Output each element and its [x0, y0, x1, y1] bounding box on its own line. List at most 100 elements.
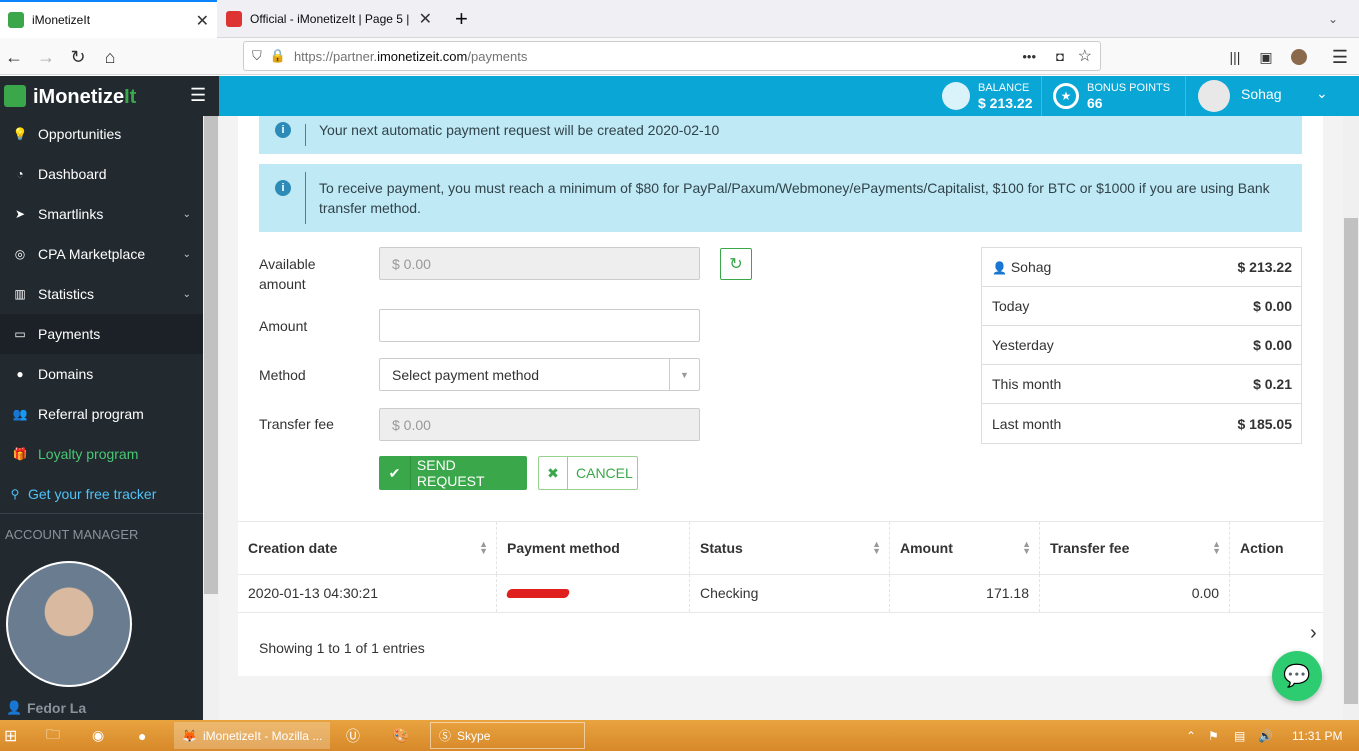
paint-icon[interactable]: 🎨 — [392, 722, 409, 749]
table-cell-status: Checking — [690, 574, 890, 612]
sidebar-item-dashboard[interactable]: ◔ Dashboard — [0, 154, 203, 194]
forum-favicon — [226, 11, 242, 27]
new-tab-button[interactable]: + — [447, 0, 473, 38]
menu-icon[interactable]: ☰ — [1326, 43, 1354, 71]
sidebar-item-loyalty-program[interactable]: 🎁 Loyalty program — [0, 434, 203, 474]
clock[interactable]: 11:31 PM — [1292, 722, 1342, 749]
col-status[interactable]: Status ▲ ▼ — [690, 522, 890, 574]
page-actions-icon[interactable]: ••• — [1022, 49, 1036, 64]
imonetizeit-favicon — [8, 12, 24, 28]
alert-minimum: i To receive payment, you must reach a m… — [259, 164, 1302, 232]
info-icon: i — [275, 180, 291, 196]
user-icon: 👤 — [992, 261, 1007, 275]
money-icon: ▭ — [14, 327, 26, 341]
close-tab-icon[interactable]: ✕ — [196, 11, 209, 31]
logo-icon — [4, 85, 26, 107]
col-amount[interactable]: Amount ▲ ▼ — [890, 522, 1040, 574]
sidebar: iMonetizeIt ☰ 💡 Opportunities ◔ Dashboard … — [0, 76, 219, 720]
amount-input[interactable] — [379, 309, 700, 342]
network-icon[interactable]: ▤ — [1234, 722, 1245, 749]
bonus-points-value: 66 — [1087, 95, 1103, 111]
pocket-icon[interactable]: ◘ — [1056, 49, 1064, 64]
refresh-icon: ↻ — [729, 256, 743, 273]
home-icon[interactable]: ⌂ — [96, 43, 124, 71]
skype-icon: Ⓢ — [439, 729, 452, 743]
taskbar-skype[interactable]: Ⓢ Skype — [430, 722, 585, 749]
tab-title: Official - iMonetizeIt | Page 5 | — [250, 12, 410, 26]
globe-icon: ● — [16, 367, 24, 381]
show-hidden-icons[interactable]: ⌃ — [1186, 722, 1196, 749]
col-creation-date[interactable]: Creation date ▲ ▼ — [238, 522, 497, 574]
cancel-button[interactable]: ✖ CANCEL — [538, 456, 638, 490]
sidebar-item-opportunities[interactable]: 💡 Opportunities — [0, 114, 203, 154]
bookmark-star-icon[interactable]: ☆ — [1078, 46, 1092, 66]
refresh-button[interactable]: ↻ — [720, 248, 752, 280]
sidebar-scrollbar[interactable] — [203, 116, 219, 720]
reload-icon[interactable]: ↻ — [64, 43, 92, 71]
file-explorer-icon[interactable]: 🗀 — [46, 722, 60, 749]
logo[interactable]: iMonetizeIt — [33, 86, 136, 109]
paper-plane-icon: ➤ — [14, 207, 26, 221]
balance-value: $ 213.22 — [978, 95, 1033, 111]
windows-start-icon[interactable]: ⊞ — [4, 722, 17, 749]
url-bar[interactable]: ⛉ 🔒 https://partner. imonetizeit.com/paym… — [243, 41, 1101, 71]
sidebar-item-domains[interactable]: ● Domains — [0, 354, 203, 394]
payments-table-panel: Creation date ▲ ▼ Payment method Status ▲ ▼ … — [238, 521, 1323, 676]
volume-icon[interactable]: 🔊 — [1258, 722, 1273, 749]
app-icon[interactable]: ● — [138, 722, 146, 749]
sidebar-item-payments[interactable]: ▭ Payments — [0, 314, 203, 354]
extension-icon[interactable] — [1285, 43, 1313, 71]
chevron-down-icon[interactable]: ⌄ — [1316, 85, 1328, 102]
library-icon[interactable]: ||| — [1221, 43, 1249, 71]
tab-imonetizeit[interactable]: iMonetizeIt ✕ — [0, 0, 217, 38]
back-icon[interactable]: ← — [0, 43, 28, 71]
page-scroll-thumb[interactable] — [1344, 218, 1358, 704]
next-page-icon[interactable]: › — [1310, 622, 1317, 645]
shield-icon[interactable]: ⛉ — [252, 48, 262, 64]
user-avatar[interactable] — [1198, 80, 1230, 112]
send-request-button[interactable]: ✔ SEND REQUEST — [379, 456, 527, 490]
sidebar-item-referral-program[interactable]: 👥 Referral program — [0, 394, 203, 434]
tab-overflow-icon[interactable]: ⌄ — [1328, 12, 1338, 26]
col-payment-method: Payment method — [497, 522, 690, 574]
table-cell-date: 2020-01-13 04:30:21 — [238, 574, 497, 612]
table-cell-method — [497, 574, 690, 612]
header-divider — [1185, 76, 1186, 116]
main-content: i Your next automatic payment request wi… — [219, 116, 1343, 720]
chat-bubble-button[interactable]: 💬 — [1272, 651, 1322, 701]
close-tab-icon[interactable]: ✕ — [419, 9, 432, 29]
payment-method-select[interactable]: Select payment method ▼ — [379, 358, 700, 391]
lock-icon[interactable]: 🔒 — [270, 48, 286, 64]
alert-text: Your next automatic payment request will… — [319, 122, 720, 138]
sidebar-toggle-icon[interactable]: ▣ — [1252, 43, 1280, 71]
manager-avatar — [6, 561, 132, 687]
taskbar-firefox[interactable]: 🦊 iMonetizeIt - Mozilla ... — [174, 722, 330, 749]
sidebar-scroll-thumb[interactable] — [204, 116, 218, 594]
chevron-down-icon: ⌄ — [182, 248, 191, 260]
menu-collapse-icon[interactable]: ☰ — [190, 85, 206, 106]
balance-label: BALANCE — [978, 82, 1030, 94]
coins-icon — [942, 82, 970, 110]
col-transfer-fee[interactable]: Transfer fee ▲ ▼ — [1040, 522, 1230, 574]
sort-icon[interactable]: ▲ ▼ — [1022, 540, 1031, 556]
flag-icon[interactable]: ⚑ — [1208, 722, 1219, 749]
tab-official[interactable]: Official - iMonetizeIt | Page 5 | ✕ — [218, 0, 440, 38]
sort-icon[interactable]: ▲ ▼ — [1212, 540, 1221, 556]
chevron-down-icon: ⌄ — [182, 208, 191, 220]
summary-row-today: Today $ 0.00 — [982, 287, 1302, 326]
dropdown-arrow-icon[interactable]: ▼ — [669, 359, 699, 390]
user-name[interactable]: Sohag — [1241, 86, 1281, 102]
sidebar-item-smartlinks[interactable]: ➤ Smartlinks ⌄ — [0, 194, 203, 234]
sidebar-tracker-link[interactable]: ⚲ Get your free tracker — [0, 474, 203, 514]
summary-row-this-month: This month $ 0.21 — [982, 365, 1302, 404]
lightbulb-icon: 💡 — [12, 127, 28, 141]
transfer-fee-label: Transfer fee — [259, 416, 334, 432]
page-scrollbar[interactable] — [1343, 116, 1359, 720]
forward-icon[interactable]: → — [32, 43, 60, 71]
sidebar-item-statistics[interactable]: ▥ Statistics ⌄ — [0, 274, 203, 314]
sort-icon[interactable]: ▲ ▼ — [479, 540, 488, 556]
sidebar-item-cpa-marketplace[interactable]: ◎ CPA Marketplace ⌄ — [0, 234, 203, 274]
sort-icon[interactable]: ▲ ▼ — [872, 540, 881, 556]
upwork-icon[interactable]: Ⓤ — [346, 722, 360, 749]
chrome-icon[interactable]: ◉ — [92, 722, 104, 749]
